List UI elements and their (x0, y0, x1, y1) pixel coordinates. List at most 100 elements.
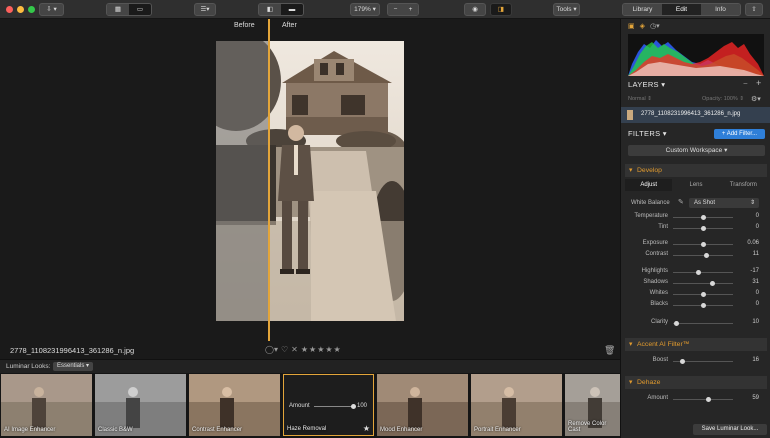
plus-icon: + (756, 78, 762, 88)
color-label-icon[interactable]: ◯▾ (265, 345, 278, 354)
chevron-down-icon: ▾ (724, 147, 728, 154)
look-thumbnail[interactable]: AI Image Enhancer (1, 374, 92, 436)
tab-library[interactable]: Library (623, 4, 662, 15)
save-luminar-look-button[interactable]: Save Luminar Look... (693, 424, 767, 435)
toolbar: ⇩ ▾ ▦ ▭ ☰▾ ◧ ▬ 179% ▾ − + ◉ ◨ Tools ▾ Li… (0, 0, 770, 19)
rating-bar: ◯▾ ♡ ✕ ★★★★★ (265, 345, 342, 354)
before-after-divider-handle[interactable] (268, 19, 270, 341)
favorite-star-icon[interactable]: ★ (363, 424, 370, 433)
look-thumbnail-selected[interactable]: Amount 100 Haze Removal ★ (283, 374, 374, 436)
slider-knob[interactable] (700, 215, 706, 220)
zoom-window-button[interactable] (28, 6, 35, 13)
opacity-label: Opacity: (702, 96, 723, 102)
slider-track[interactable] (673, 323, 733, 324)
look-amount-slider[interactable] (314, 406, 354, 407)
slider-knob[interactable] (700, 226, 706, 231)
grid-view-button[interactable]: ▦ (107, 4, 129, 15)
slider-knob[interactable] (709, 281, 715, 286)
slider-knob[interactable] (695, 270, 701, 275)
filters-title[interactable]: FILTERS ▾ (628, 129, 667, 138)
eyedropper-icon[interactable]: ✎ (678, 198, 684, 206)
before-after-button[interactable]: ◨ (490, 3, 512, 16)
develop-filter-header[interactable]: Develop (625, 164, 767, 177)
zoom-out-button[interactable]: − (388, 4, 403, 15)
slider-label: Whites (649, 290, 668, 296)
look-thumbnail[interactable]: Mood Enhancer (377, 374, 468, 436)
white-balance-dropdown[interactable]: As Shot ⇕ (689, 198, 759, 208)
slider-knob[interactable] (701, 242, 707, 247)
look-amount-slider-knob[interactable] (351, 404, 356, 409)
remove-layer-button[interactable]: − (743, 79, 748, 88)
layer-thumbnail (627, 110, 633, 120)
chevron-down-icon: ▾ (206, 6, 210, 13)
chevron-down-icon: ▾ (53, 6, 57, 13)
add-filter-button[interactable]: + Add Filter... (714, 129, 765, 139)
chevron-down-icon: ⇕ (749, 200, 755, 206)
slider-knob[interactable] (673, 321, 679, 326)
tab-transform[interactable]: Transform (720, 179, 767, 191)
blend-mode-dropdown[interactable]: Normal ⇕ (628, 96, 652, 102)
zoom-stepper: − + (387, 3, 419, 16)
opacity-control[interactable]: Opacity: 100% ⇕ (702, 96, 744, 102)
minimize-window-button[interactable] (17, 6, 24, 13)
close-window-button[interactable] (6, 6, 13, 13)
layer-row[interactable]: 2778_1108231996413_361286_n.jpg (621, 107, 770, 123)
slider-knob[interactable] (703, 253, 709, 258)
dehaze-amount-slider-row: Amount 59 (621, 395, 770, 405)
split-view-icon: ◨ (497, 6, 505, 13)
add-layer-button[interactable]: + (756, 78, 761, 88)
tools-dropdown[interactable]: Tools ▾ (553, 3, 580, 16)
share-button[interactable]: ⇧ (745, 3, 763, 16)
reject-icon[interactable]: ✕ (291, 345, 298, 354)
slider-row: Contrast 11 (621, 251, 770, 261)
chevron-down-icon: ▾ (661, 80, 666, 89)
tab-lens[interactable]: Lens (672, 179, 719, 191)
open-import-button[interactable]: ⇩ ▾ (39, 3, 64, 16)
looks-category-dropdown[interactable]: Essentials ▾ (53, 362, 94, 371)
slider-knob[interactable] (700, 303, 706, 308)
dehaze-amount-slider-track[interactable] (673, 399, 733, 400)
history-icon[interactable]: ◷▾ (650, 22, 660, 30)
boost-slider-knob[interactable] (680, 359, 686, 364)
layers-title[interactable]: LAYERS ▾ (628, 80, 665, 89)
image-icon[interactable]: ▣ (628, 22, 635, 30)
trash-icon[interactable]: 🗑 (604, 345, 615, 356)
slider-value: 0 (755, 301, 759, 307)
layer-settings-gear-icon[interactable]: ⚙▾ (751, 95, 761, 103)
slider-value: 11 (752, 251, 759, 257)
slider-knob[interactable] (700, 292, 706, 297)
sort-button[interactable]: ☰▾ (194, 3, 216, 16)
heart-icon[interactable]: ♡ (281, 345, 288, 354)
single-view-button[interactable]: ▭ (129, 4, 151, 15)
look-thumbnail[interactable]: Classic B&W (95, 374, 186, 436)
slider-label: Tint (658, 224, 668, 230)
look-thumbnail[interactable]: Contrast Enhancer (189, 374, 280, 436)
view-mode-toggle: ▦ ▭ (106, 3, 152, 16)
zoom-in-button[interactable]: + (403, 4, 418, 15)
zoom-dropdown[interactable]: 179% ▾ (350, 3, 380, 16)
tab-edit[interactable]: Edit (662, 4, 701, 15)
luminar-looks-bar: Luminar Looks: Essentials ▾ (0, 359, 620, 373)
looks-category-value: Essentials (57, 363, 85, 369)
dehaze-filter-header[interactable]: Dehaze (625, 376, 767, 389)
dehaze-amount-slider-knob[interactable] (705, 397, 711, 402)
sidebar-toggle-button[interactable]: ◧ (259, 4, 281, 15)
accent-ai-filter-header[interactable]: Accent AI Filter™ (625, 338, 767, 351)
slider-track[interactable] (673, 272, 733, 273)
look-thumbnail[interactable]: Remove Color Cast (565, 374, 620, 436)
slider-label: Exposure (642, 240, 668, 246)
slider-track[interactable] (673, 283, 733, 284)
slider-label: Shadows (643, 279, 668, 285)
layer-name: 2778_1108231996413_361286_n.jpg (641, 111, 741, 117)
workspace-dropdown[interactable]: Custom Workspace ▾ (628, 145, 765, 156)
tab-adjust[interactable]: Adjust (625, 179, 673, 191)
preview-button[interactable]: ◉ (464, 3, 486, 16)
look-thumbnail[interactable]: Portrait Enhancer (471, 374, 562, 436)
tab-info[interactable]: Info (701, 4, 740, 15)
image-canvas[interactable]: Before After 2778_1108231996413_361286_n… (0, 19, 620, 359)
look-amount-value: 100 (357, 403, 368, 409)
single-image-icon: ▭ (136, 6, 144, 13)
compare-button[interactable]: ▬ (281, 4, 303, 15)
layers-icon[interactable]: ◈ (640, 22, 645, 30)
star-rating[interactable]: ★★★★★ (301, 345, 342, 354)
